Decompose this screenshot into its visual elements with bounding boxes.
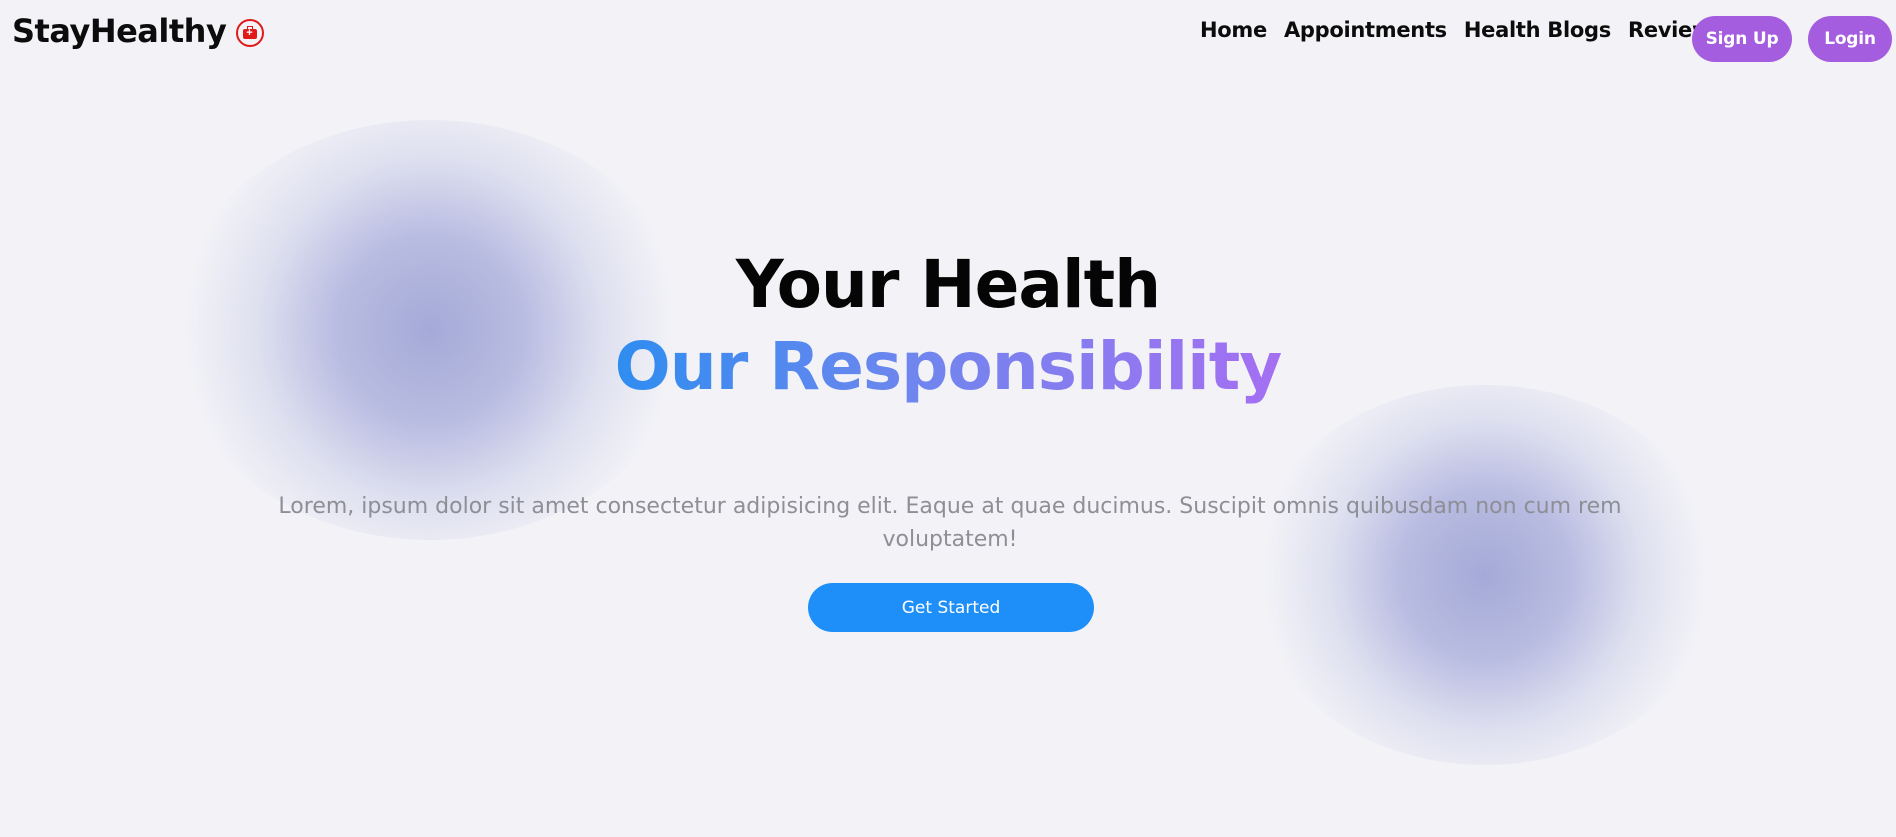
landing-page: StayHealthy Home Appointments Health Blo… xyxy=(0,0,1896,837)
hero-description: Lorem, ipsum dolor sit amet consectetur … xyxy=(278,494,1622,552)
nav-link-health-blogs[interactable]: Health Blogs xyxy=(1464,18,1611,42)
brand-name: StayHealthy xyxy=(12,12,227,50)
first-aid-kit-icon xyxy=(236,18,265,47)
get-started-button[interactable]: Get Started xyxy=(808,583,1094,632)
nav-link-home[interactable]: Home xyxy=(1200,18,1267,42)
nav-links: Home Appointments Health Blogs Reviews xyxy=(1200,18,1740,42)
brand-logo-link[interactable]: StayHealthy xyxy=(12,12,265,50)
navbar: StayHealthy Home Appointments Health Blo… xyxy=(0,0,1896,74)
sign-up-button[interactable]: Sign Up xyxy=(1692,16,1792,62)
hero-title-gradient-text: Our Responsibility xyxy=(614,328,1283,405)
login-button[interactable]: Login xyxy=(1808,16,1892,62)
hero-title-line2: Our Responsibility xyxy=(0,328,1896,405)
hero-title-line1: Your Health xyxy=(735,246,1161,323)
nav-link-appointments[interactable]: Appointments xyxy=(1284,18,1447,42)
decorative-blur-blob-right xyxy=(1250,385,1720,765)
